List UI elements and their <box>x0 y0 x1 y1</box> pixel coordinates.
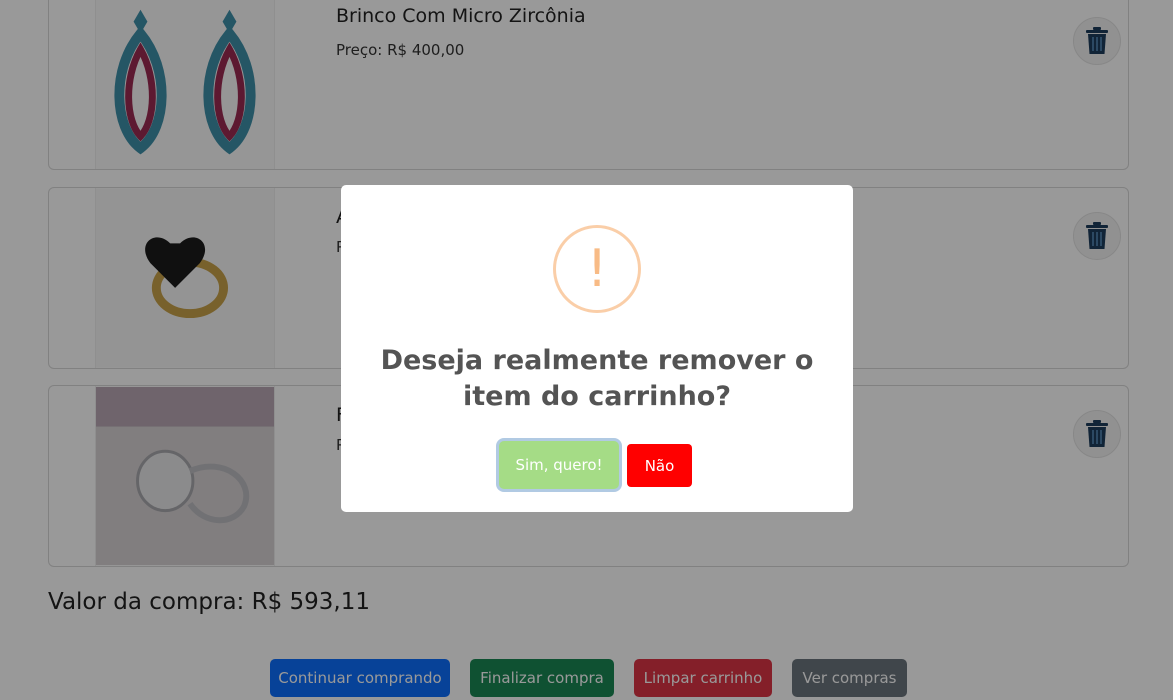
cancel-button[interactable]: Não <box>627 444 692 487</box>
dialog-title: Deseja realmente remover o item do carri… <box>380 345 814 412</box>
dialog-actions: Sim, quero! Não <box>341 441 853 489</box>
confirm-remove-dialog: ! Deseja realmente remover o item do car… <box>341 185 853 512</box>
confirm-button[interactable]: Sim, quero! <box>499 441 619 489</box>
warning-icon: ! <box>553 225 641 313</box>
